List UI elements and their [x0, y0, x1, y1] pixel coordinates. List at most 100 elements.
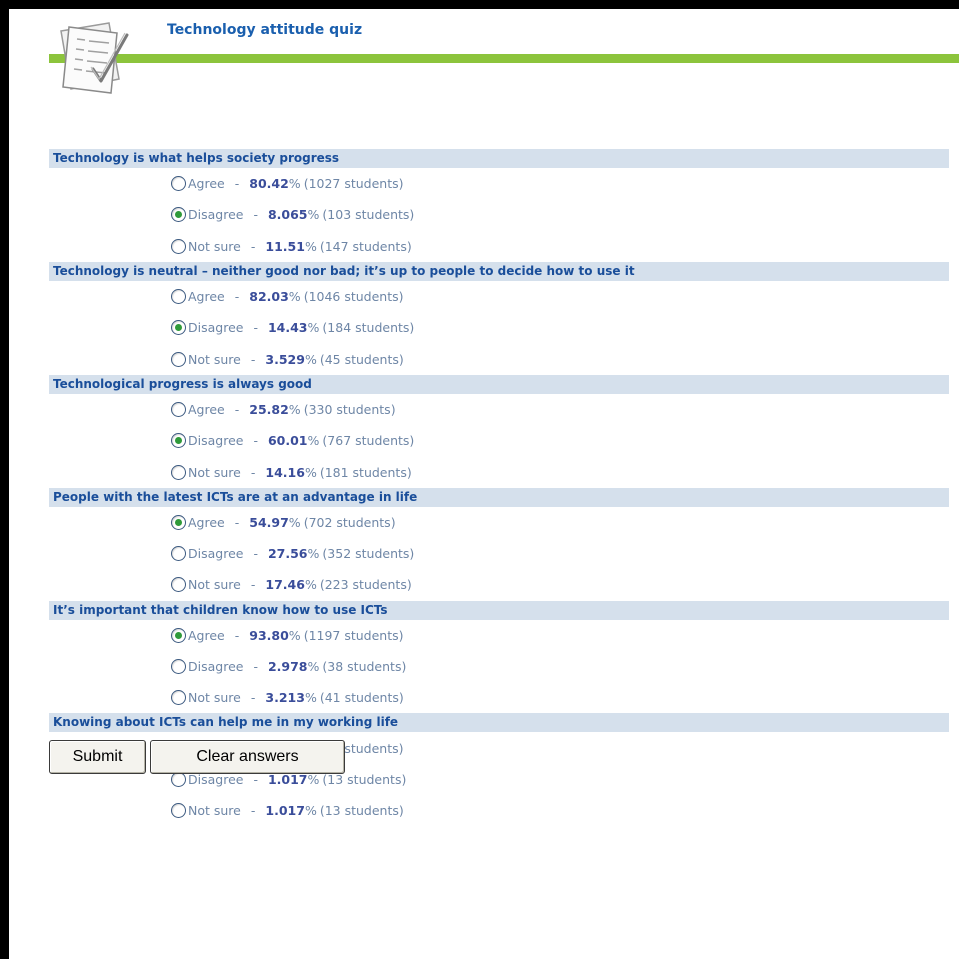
percentage-value: 2.978	[267, 659, 308, 674]
radio-selected-dot	[175, 211, 182, 219]
separator: -	[253, 320, 258, 336]
option-label[interactable]: Agree	[188, 620, 225, 651]
student-count: (702 students)	[303, 514, 396, 530]
student-count: (38 students)	[322, 659, 407, 674]
percent-sign: %	[304, 690, 317, 706]
separator: -	[234, 514, 240, 530]
option-label[interactable]: Agree	[188, 168, 225, 199]
page-title: Technology attitude quiz	[167, 22, 363, 38]
option-label[interactable]: Not sure	[188, 344, 241, 375]
percent-sign: %	[288, 401, 301, 417]
answer-option: Agree -54.97% (702 students)	[49, 507, 949, 538]
radio-selected-dot	[175, 324, 182, 332]
percent-sign: %	[304, 238, 317, 254]
option-label[interactable]: Disagree	[188, 651, 243, 682]
percent-sign: %	[288, 627, 301, 643]
radio-button[interactable]	[171, 803, 186, 819]
separator: -	[253, 659, 258, 674]
answer-option: Not sure -1.017% (13 students)	[49, 795, 949, 826]
option-label[interactable]: Not sure	[188, 569, 241, 600]
radio-button[interactable]	[171, 289, 186, 305]
student-count: (1197 students)	[303, 627, 404, 643]
question-text: It’s important that children know how to…	[49, 600, 949, 620]
student-count: (330 students)	[303, 401, 396, 417]
option-label[interactable]: Disagree	[188, 199, 243, 230]
percentage-value: 14.43	[267, 320, 308, 336]
percent-sign: %	[288, 514, 301, 530]
option-label[interactable]: Agree	[188, 507, 225, 538]
option-label[interactable]: Agree	[188, 394, 225, 425]
question-block: Technology is neutral – neither good nor…	[49, 261, 949, 375]
student-count: (184 students)	[322, 320, 415, 336]
percent-sign: %	[304, 803, 317, 819]
option-label[interactable]: Agree	[188, 281, 225, 312]
percentage-value: 11.51	[265, 238, 305, 254]
percentage-value: 1.017	[265, 803, 305, 819]
answer-option: Agree -82.03% (1046 students)	[49, 281, 949, 312]
percentage-value: 3.529	[265, 351, 305, 367]
radio-button[interactable]	[171, 514, 186, 530]
percentage-value: 8.065	[267, 207, 308, 223]
answer-option: Disagree -14.43% (184 students)	[49, 312, 949, 343]
radio-button[interactable]	[171, 207, 186, 223]
option-label[interactable]: Disagree	[188, 312, 243, 343]
separator: -	[250, 351, 256, 367]
answer-option: Not sure -3.529% (45 students)	[49, 343, 949, 374]
percent-sign: %	[288, 176, 301, 192]
student-count: (41 students)	[319, 690, 404, 706]
option-label[interactable]: Disagree	[188, 425, 243, 456]
question-text: Technology is what helps society progres…	[49, 149, 949, 168]
radio-button[interactable]	[171, 401, 186, 417]
radio-button[interactable]	[171, 659, 186, 674]
percent-sign: %	[307, 659, 320, 674]
option-label[interactable]: Not sure	[188, 795, 241, 826]
radio-button[interactable]	[171, 627, 186, 643]
radio-button[interactable]	[171, 238, 186, 254]
percent-sign: %	[304, 464, 317, 480]
separator: -	[250, 577, 256, 593]
answer-option: Agree -80.42% (1027 students)	[49, 168, 949, 199]
percent-sign: %	[304, 351, 317, 367]
student-count: (1027 students)	[303, 176, 404, 192]
option-label[interactable]: Disagree	[188, 538, 243, 569]
percentage-value: 82.03	[249, 289, 289, 305]
option-label[interactable]: Not sure	[188, 682, 241, 713]
percentage-value: 60.01	[267, 433, 308, 449]
percentage-value: 25.82	[249, 401, 289, 417]
question-block: People with the latest ICTs are at an ad…	[49, 487, 949, 601]
radio-button[interactable]	[171, 771, 186, 787]
radio-button[interactable]	[171, 320, 186, 336]
clear-answers-button[interactable]: Clear answers	[150, 740, 345, 774]
question-block: Technological progress is always good Agr…	[49, 374, 949, 488]
question-text: Technological progress is always good	[49, 374, 949, 394]
submit-button[interactable]: Submit	[49, 740, 146, 774]
separator: -	[253, 546, 258, 562]
option-label[interactable]: Not sure	[188, 231, 241, 262]
radio-button[interactable]	[171, 690, 186, 706]
radio-button[interactable]	[171, 433, 186, 449]
radio-button[interactable]	[171, 546, 186, 562]
option-label[interactable]: Not sure	[188, 457, 241, 488]
separator: -	[250, 803, 256, 819]
separator: -	[250, 464, 256, 480]
radio-button[interactable]	[171, 351, 186, 367]
student-count: (223 students)	[319, 577, 412, 593]
radio-button[interactable]	[171, 464, 186, 480]
percent-sign: %	[288, 289, 301, 305]
question-block: Technology is what helps society progres…	[49, 149, 949, 262]
questions-list: Technology is what helps society progres…	[49, 149, 949, 826]
question-block: It’s important that children know how to…	[49, 600, 949, 714]
percent-sign: %	[304, 577, 317, 593]
separator: -	[250, 238, 256, 254]
answer-option: Not sure -11.51% (147 students)	[49, 231, 949, 262]
separator: -	[234, 176, 240, 192]
question-text: Knowing about ICTs can help me in my wor…	[49, 713, 949, 733]
separator: -	[253, 207, 258, 223]
student-count: (181 students)	[319, 464, 412, 480]
radio-selected-dot	[175, 437, 182, 445]
radio-button[interactable]	[171, 176, 186, 192]
percent-sign: %	[307, 433, 320, 449]
quiz-header: Technology attitude quiz	[9, 9, 959, 119]
student-count: (45 students)	[319, 351, 404, 367]
radio-button[interactable]	[171, 577, 186, 593]
